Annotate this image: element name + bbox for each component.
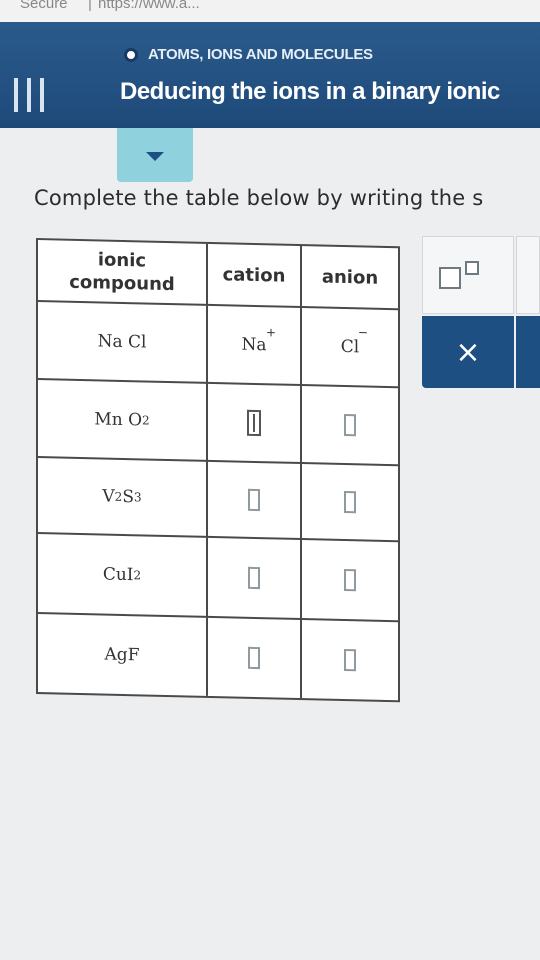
compound-part: I xyxy=(126,565,134,586)
table-row: Cu I 2 xyxy=(38,534,398,623)
compound-subscript: 3 xyxy=(133,490,142,505)
anion-cell xyxy=(302,540,398,623)
header-ionic-compound: ionic compound xyxy=(38,240,208,306)
question-instructions: Complete the table below by writing the … xyxy=(34,186,484,210)
compound-part: Cu xyxy=(102,564,127,586)
compound-part: V xyxy=(102,486,115,507)
cation-cell xyxy=(208,617,302,699)
header-anion: anion xyxy=(302,246,398,311)
table-row: Ag F xyxy=(38,614,398,700)
cation-cell xyxy=(208,537,302,621)
compound-part: Cl xyxy=(127,332,147,353)
cation-input[interactable] xyxy=(247,409,261,437)
compound-subscript: 2 xyxy=(142,413,150,428)
secure-label: Secure xyxy=(20,0,68,12)
compound-cell: Na Cl xyxy=(38,302,208,384)
compound-part: Ag xyxy=(104,644,128,666)
cation-input[interactable] xyxy=(248,488,260,512)
anion-input[interactable] xyxy=(344,648,356,672)
superscript-button[interactable] xyxy=(422,236,514,314)
table-row: V2S3 xyxy=(38,458,398,543)
header-cation: cation xyxy=(208,243,302,309)
anion-cell xyxy=(302,386,398,467)
cation-cell xyxy=(208,383,302,465)
lesson-title: Deducing the ions in a binary ionic xyxy=(120,78,500,105)
compound-part: O xyxy=(128,410,143,431)
table-row: Mn O2 xyxy=(38,380,398,467)
math-tool-panel: × xyxy=(422,236,540,388)
topic-status-icon xyxy=(124,47,138,62)
compound-cell: V2S3 xyxy=(38,458,208,538)
lesson-header: ATOMS, IONS AND MOLECULES Deducing the i… xyxy=(0,22,540,128)
topic-row: ATOMS, IONS AND MOLECULES xyxy=(124,46,373,63)
compound-part: Mn xyxy=(94,409,123,430)
compound-cell: Mn O2 xyxy=(38,380,208,462)
anion-charge: − xyxy=(358,325,369,340)
topic-label: ATOMS, IONS AND MOLECULES xyxy=(148,46,373,63)
ions-table: ionic compound cation anion Na Cl Na + C… xyxy=(36,238,400,703)
anion-value: Cl xyxy=(340,336,360,358)
compound-part: Na xyxy=(97,331,123,352)
browser-address-bar[interactable]: Secure | https://www.a... xyxy=(0,0,540,22)
compound-part: S xyxy=(122,486,134,508)
expand-header-button[interactable] xyxy=(117,128,193,182)
cation-cell xyxy=(208,461,302,541)
compound-part: F xyxy=(127,645,140,666)
header-ionic-line2: compound xyxy=(69,271,175,296)
tool-button-partial[interactable] xyxy=(516,236,540,314)
anion-input[interactable] xyxy=(344,413,356,437)
cation-cell: Na + xyxy=(208,305,302,387)
anion-input[interactable] xyxy=(344,568,356,592)
clear-button[interactable]: × xyxy=(422,316,514,388)
cation-input[interactable] xyxy=(248,646,260,670)
table-row: Na Cl Na + Cl − xyxy=(38,302,398,389)
compound-subscript: 2 xyxy=(114,489,123,504)
chevron-down-icon xyxy=(146,152,164,161)
table-header-row: ionic compound cation anion xyxy=(38,240,398,311)
anion-cell: Cl − xyxy=(302,308,398,389)
close-icon: × xyxy=(455,334,481,370)
cation-value: Na xyxy=(241,334,267,356)
anion-input[interactable] xyxy=(344,490,356,514)
compound-cell: Ag F xyxy=(38,614,208,696)
cation-input[interactable] xyxy=(248,566,260,590)
anion-cell xyxy=(302,464,398,543)
menu-icon[interactable] xyxy=(14,78,44,112)
cation-charge: + xyxy=(266,325,277,340)
compound-subscript: 2 xyxy=(133,568,142,583)
url-text[interactable]: https://www.a... xyxy=(98,0,200,11)
anion-cell xyxy=(302,620,398,700)
header-ionic-line1: ionic xyxy=(97,249,147,272)
action-button-partial[interactable] xyxy=(516,316,540,388)
address-separator: | xyxy=(88,0,92,12)
compound-cell: Cu I 2 xyxy=(38,534,208,618)
